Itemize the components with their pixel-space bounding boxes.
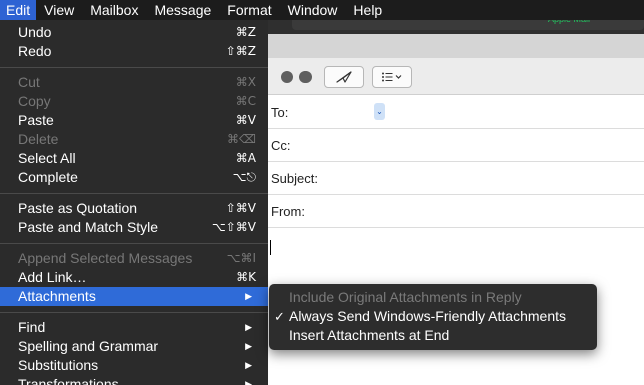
attachments-submenu: Include Original Attachments in Reply ✓ … — [269, 284, 597, 350]
from-label: From: — [271, 204, 305, 219]
complete-shortcut: ⌥⎋ — [232, 170, 256, 184]
menu-edit[interactable]: Edit — [0, 0, 37, 20]
paste-match-label: Paste and Match Style — [18, 219, 159, 235]
redo-shortcut: ⇧⌘Z — [225, 44, 256, 58]
menu-item-paste-and-match-style[interactable]: Paste and Match Style ⌥⇧⌘V — [0, 218, 268, 237]
cut-label: Cut — [18, 74, 40, 90]
menu-item-undo[interactable]: Undo ⌘Z — [0, 23, 268, 42]
from-field[interactable]: From: — [268, 194, 644, 228]
select-all-label: Select All — [18, 150, 76, 166]
delete-shortcut: ⌘⌫ — [227, 132, 256, 146]
cut-shortcut: ⌘X — [235, 75, 256, 89]
checkmark-icon: ✓ — [274, 309, 285, 324]
screen: Edit View Mailbox Message Format Window … — [0, 0, 644, 385]
append-selected-label: Append Selected Messages — [18, 250, 193, 266]
to-field-popup-button[interactable]: ⌄ — [374, 103, 385, 120]
attachments-label: Attachments — [18, 288, 96, 304]
menu-item-complete[interactable]: Complete ⌥⎋ — [0, 168, 268, 187]
menu-mailbox[interactable]: Mailbox — [82, 0, 146, 20]
background-sheet — [292, 20, 644, 30]
undo-shortcut: ⌘Z — [235, 25, 256, 39]
transformations-label: Transformations — [18, 376, 119, 385]
menu-item-append-selected-messages: Append Selected Messages ⌥⌘I — [0, 249, 268, 268]
complete-label: Complete — [18, 169, 78, 185]
include-original-label: Include Original Attachments in Reply — [289, 289, 522, 305]
zoom-window-button[interactable] — [300, 71, 312, 83]
menu-item-add-link[interactable]: Add Link… ⌘K — [0, 268, 268, 287]
tab-strip — [268, 34, 644, 59]
substitutions-label: Substitutions — [18, 357, 99, 373]
menu-item-transformations[interactable]: Transformations ▶ — [0, 375, 268, 385]
undo-label: Undo — [18, 24, 52, 40]
menu-item-spelling-and-grammar[interactable]: Spelling and Grammar ▶ — [0, 337, 268, 356]
menu-item-find[interactable]: Find ▶ — [0, 318, 268, 337]
submenu-item-always-send-windows-friendly[interactable]: ✓ Always Send Windows-Friendly Attachmen… — [269, 307, 597, 326]
menu-window[interactable]: Window — [280, 0, 346, 20]
paste-match-shortcut: ⌥⇧⌘V — [211, 220, 256, 234]
menu-item-paste[interactable]: Paste ⌘V — [0, 111, 268, 130]
menu-item-redo[interactable]: Redo ⇧⌘Z — [0, 42, 268, 61]
menu-item-substitutions[interactable]: Substitutions ▶ — [0, 356, 268, 375]
menu-separator — [0, 312, 268, 313]
cc-label: Cc: — [271, 138, 291, 153]
close-window-button[interactable] — [281, 71, 293, 83]
menu-item-copy: Copy ⌘C — [0, 92, 268, 111]
add-link-label: Add Link… — [18, 269, 87, 285]
find-label: Find — [18, 319, 46, 335]
send-button[interactable] — [324, 66, 364, 88]
paper-plane-icon — [336, 71, 352, 83]
select-all-shortcut: ⌘A — [235, 151, 256, 165]
menu-help[interactable]: Help — [345, 0, 390, 20]
submenu-arrow-icon: ▶ — [245, 291, 252, 301]
list-icon — [382, 72, 402, 82]
menu-bar: Edit View Mailbox Message Format Window … — [0, 0, 644, 20]
menu-format[interactable]: Format — [219, 0, 279, 20]
paste-shortcut: ⌘V — [235, 113, 256, 127]
menu-item-select-all[interactable]: Select All ⌘A — [0, 149, 268, 168]
redo-label: Redo — [18, 43, 52, 59]
copy-label: Copy — [18, 93, 51, 109]
edit-menu: Undo ⌘Z Redo ⇧⌘Z Cut ⌘X Copy ⌘C Paste ⌘V… — [0, 20, 268, 385]
append-selected-shortcut: ⌥⌘I — [226, 251, 256, 265]
always-send-label: Always Send Windows-Friendly Attachments — [289, 308, 566, 324]
menu-separator — [0, 243, 268, 244]
subject-label: Subject: — [271, 171, 318, 186]
submenu-item-insert-attachments-at-end[interactable]: Insert Attachments at End — [269, 326, 597, 345]
copy-shortcut: ⌘C — [235, 94, 256, 108]
add-link-shortcut: ⌘K — [236, 270, 256, 284]
format-list-button[interactable] — [372, 66, 412, 88]
menu-separator — [0, 67, 268, 68]
submenu-arrow-icon: ▶ — [245, 379, 252, 385]
paste-label: Paste — [18, 112, 54, 128]
spelling-label: Spelling and Grammar — [18, 338, 159, 354]
insert-at-end-label: Insert Attachments at End — [289, 327, 450, 343]
subject-field[interactable]: Subject: — [268, 161, 644, 195]
submenu-arrow-icon: ▶ — [245, 360, 252, 370]
menu-item-paste-as-quotation[interactable]: Paste as Quotation ⇧⌘V — [0, 199, 268, 218]
menu-item-delete: Delete ⌘⌫ — [0, 130, 268, 149]
delete-label: Delete — [18, 131, 59, 147]
menu-message[interactable]: Message — [146, 0, 219, 20]
submenu-arrow-icon: ▶ — [245, 341, 252, 351]
menu-item-cut: Cut ⌘X — [0, 73, 268, 92]
to-label: To: — [271, 105, 289, 120]
submenu-item-include-original-attachments: Include Original Attachments in Reply — [269, 288, 597, 307]
menu-separator — [0, 193, 268, 194]
text-caret — [270, 240, 271, 255]
menu-view[interactable]: View — [36, 0, 82, 20]
menu-item-attachments[interactable]: Attachments ▶ — [0, 287, 268, 306]
paste-quotation-shortcut: ⇧⌘V — [225, 201, 256, 215]
submenu-arrow-icon: ▶ — [245, 322, 252, 332]
to-field[interactable]: To: — [268, 95, 644, 129]
cc-field[interactable]: Cc: — [268, 128, 644, 162]
paste-quotation-label: Paste as Quotation — [18, 200, 138, 216]
